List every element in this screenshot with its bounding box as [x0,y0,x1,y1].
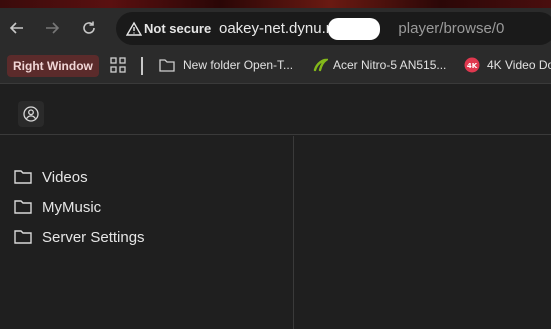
arrow-left-icon [9,22,23,34]
bookmark-acer-nitro[interactable]: Acer Nitro-5 AN515... [333,58,446,72]
4k-video-icon: 4K [464,57,480,73]
url-host: oakey-net.dynu.ne [219,20,343,37]
url-path: player/browse/0 [398,20,505,37]
back-button[interactable] [6,17,28,39]
arrow-right-icon [46,22,60,34]
apps-grid-icon[interactable] [110,57,126,73]
folder-label: Videos [42,168,88,186]
window-backdrop [0,0,551,8]
app-page: Videos MyMusic Server Settings [0,85,551,329]
folder-icon [159,59,175,72]
folder-label: Server Settings [42,228,145,246]
address-bar[interactable]: Not secure oakey-net.dynu.ne player/brows… [116,12,551,45]
bookmark-right-window[interactable]: Right Window [7,55,99,77]
bookmarks-separator [141,57,143,75]
content-pane [295,136,551,329]
bookmarks-bar: Right Window New folder Open-T... Acer N… [0,49,551,84]
folder-item-mymusic[interactable]: MyMusic [14,196,101,218]
browser-toolbar: Not secure oakey-net.dynu.ne player/brows… [0,8,551,49]
user-icon [23,106,39,122]
folder-item-videos[interactable]: Videos [14,166,88,188]
account-button[interactable] [18,101,44,127]
folder-sidebar: Videos MyMusic Server Settings [0,136,294,329]
folder-item-server-settings[interactable]: Server Settings [14,226,145,248]
folder-icon [14,230,32,244]
svg-text:4K: 4K [467,62,478,70]
acer-icon [313,58,328,72]
app-header [0,85,551,135]
security-status[interactable]: Not secure [144,21,211,36]
folder-icon [14,200,32,214]
warning-icon[interactable] [126,21,142,37]
reload-button[interactable] [78,17,100,39]
forward-button[interactable] [41,17,63,39]
bookmark-new-folder[interactable]: New folder Open-T... [183,58,293,72]
redaction-mark [328,18,380,40]
folder-label: MyMusic [42,198,102,216]
bookmark-4k-video[interactable]: 4K Video Do [487,58,551,72]
reload-icon [83,21,95,34]
folder-icon [14,170,32,184]
